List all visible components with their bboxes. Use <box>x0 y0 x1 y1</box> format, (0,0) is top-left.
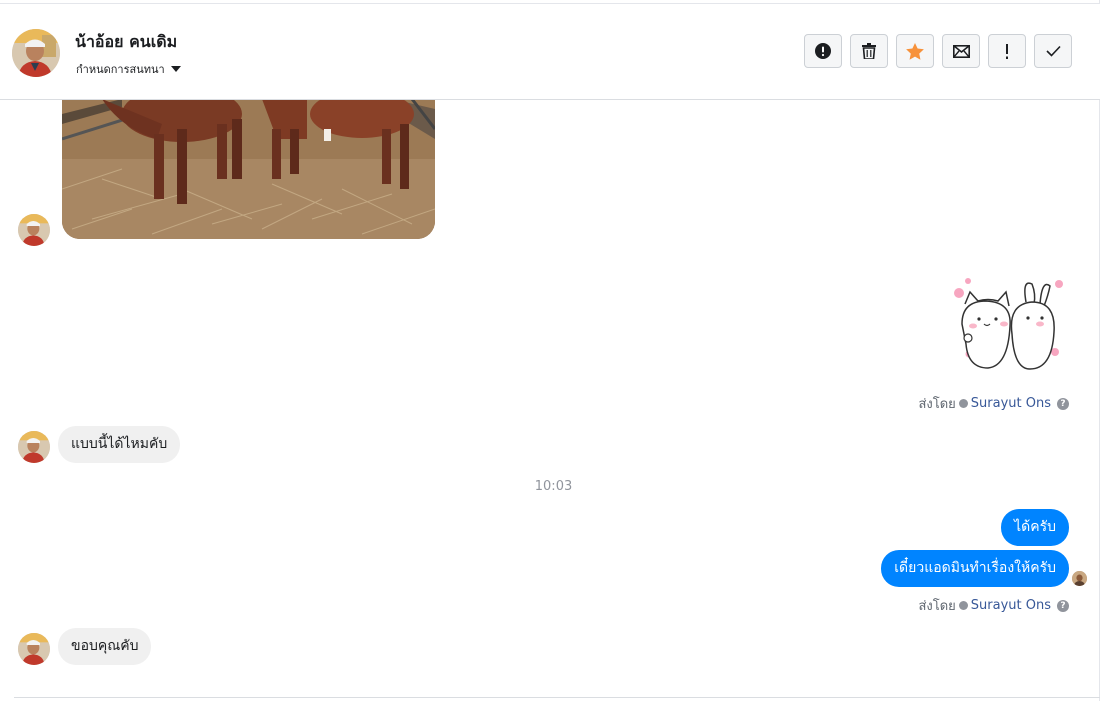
read-receipt-avatar <box>1072 571 1087 586</box>
message-timestamp: 10:03 <box>534 479 573 494</box>
contact-avatar-small <box>18 214 50 246</box>
sticker-message[interactable] <box>948 274 1066 374</box>
incoming-message[interactable]: แบบนี้ได้ไหมคับ <box>58 426 181 463</box>
mark-done-button[interactable] <box>1034 34 1072 68</box>
follow-up-button[interactable] <box>988 34 1026 68</box>
sent-by-prefix: ส่งโดย <box>918 397 956 412</box>
conversation-toolbar <box>804 34 1072 68</box>
photo-attachment[interactable] <box>62 99 435 239</box>
contact-avatar-small <box>18 431 50 463</box>
contact-avatar-small <box>18 633 50 665</box>
assign-conversation-dropdown[interactable]: กำหนดการสนทนา <box>76 60 181 78</box>
contact-avatar[interactable] <box>12 29 60 77</box>
star-icon <box>906 42 924 60</box>
question-circle-icon[interactable]: ? <box>1057 397 1069 410</box>
question-circle-icon[interactable]: ? <box>1057 599 1069 612</box>
spam-button[interactable] <box>804 34 842 68</box>
delete-button[interactable] <box>850 34 888 68</box>
sender-name-link[interactable]: Surayut Ons <box>971 396 1051 411</box>
envelope-icon <box>952 44 970 58</box>
sent-by-label: ส่งโดย Surayut Ons ? <box>918 595 1069 616</box>
exclamation-icon <box>1006 43 1008 59</box>
outgoing-message[interactable]: เดี๋ยวแอดมินทำเรื่องให้ครับ <box>881 550 1069 587</box>
outgoing-message[interactable]: ได้ครับ <box>1001 509 1069 546</box>
sender-name-link[interactable]: Surayut Ons <box>971 598 1051 613</box>
trash-icon <box>862 43 876 59</box>
assign-conversation-label: กำหนดการสนทนา <box>76 63 165 76</box>
exclamation-circle-icon <box>815 43 831 59</box>
composer-divider <box>14 697 1100 698</box>
check-circle-icon <box>958 399 968 408</box>
conversation-header: น้าอ้อย คนเดิม กำหนดการสนทนา <box>0 4 1100 100</box>
mark-unread-button[interactable] <box>942 34 980 68</box>
star-button[interactable] <box>896 34 934 68</box>
sent-by-label: ส่งโดย Surayut Ons ? <box>918 393 1069 414</box>
contact-name: น้าอ้อย คนเดิม <box>75 32 178 51</box>
caret-down-icon <box>170 66 181 72</box>
incoming-message[interactable]: ขอบคุณคับ <box>58 628 152 665</box>
sent-by-prefix: ส่งโดย <box>918 599 956 614</box>
check-circle-icon <box>958 601 968 610</box>
check-icon <box>1045 45 1061 57</box>
